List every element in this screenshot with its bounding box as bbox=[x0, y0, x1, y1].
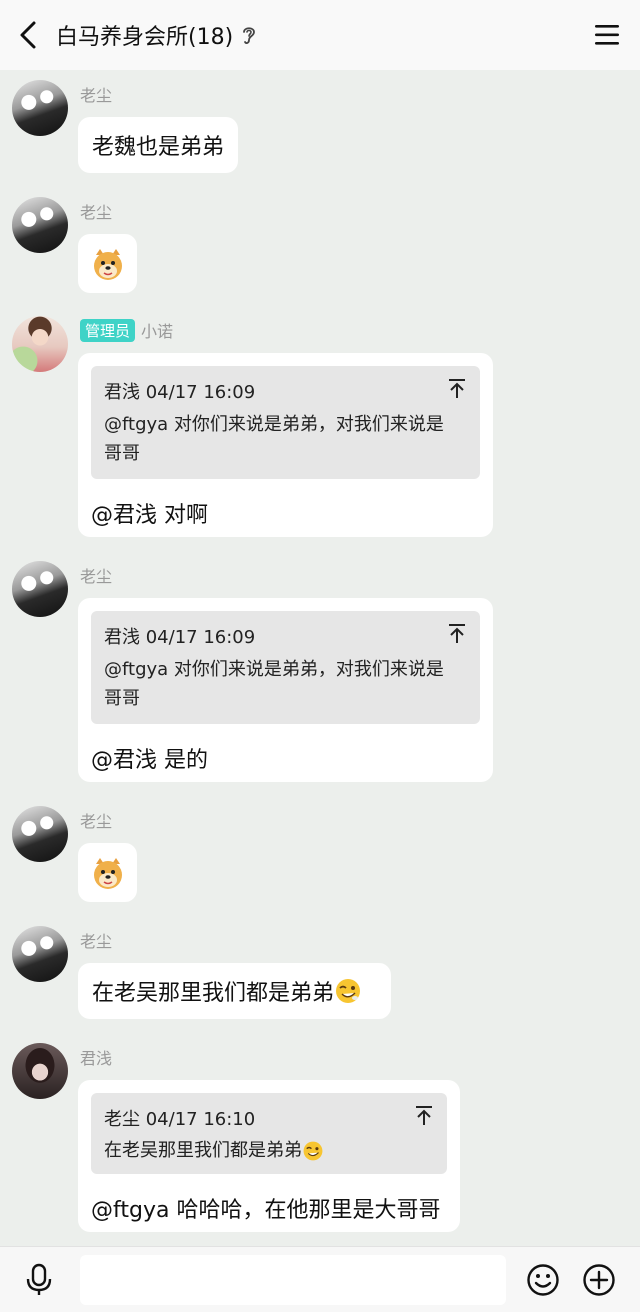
avatar[interactable] bbox=[12, 197, 68, 253]
message-bubble[interactable]: 在老吴那里我们都是弟弟 bbox=[78, 963, 391, 1019]
sender-name: 老尘 bbox=[80, 932, 113, 951]
avatar[interactable] bbox=[12, 561, 68, 617]
hamburger-menu-icon bbox=[595, 25, 619, 45]
sender-name: 老尘 bbox=[80, 567, 113, 586]
message-bubble[interactable]: 老尘 04/17 16:10 在老吴那里我们都是弟弟 @ftgya 哈哈哈，在他… bbox=[78, 1080, 460, 1232]
smiley-icon bbox=[527, 1264, 559, 1296]
menu-button[interactable] bbox=[590, 18, 624, 52]
quote-author-time: 君浅 04/17 16:09 bbox=[104, 382, 256, 403]
plus-circle-icon bbox=[583, 1264, 615, 1296]
quote-author-time: 老尘 04/17 16:10 bbox=[104, 1109, 256, 1130]
quoted-message[interactable]: 君浅 04/17 16:09 @ftgya 对你们来说是弟弟，对我们来说是 哥哥 bbox=[91, 611, 480, 724]
microphone-icon bbox=[26, 1263, 52, 1295]
quote-text-line: 哥哥 bbox=[104, 688, 140, 709]
quoted-message[interactable]: 老尘 04/17 16:10 在老吴那里我们都是弟弟 bbox=[91, 1093, 447, 1174]
back-button[interactable] bbox=[0, 0, 56, 70]
voice-button[interactable] bbox=[22, 1263, 56, 1297]
avatar[interactable] bbox=[12, 1043, 68, 1099]
doge-sticker-icon bbox=[93, 857, 122, 889]
wink-emoji-icon bbox=[336, 979, 361, 1003]
input-bar bbox=[0, 1246, 640, 1312]
message-bubble[interactable] bbox=[78, 843, 137, 902]
quote-text-line: @ftgya 对你们来说是弟弟，对我们来说是 bbox=[104, 414, 444, 435]
sender-name: 老尘 bbox=[80, 812, 113, 831]
message-text: 在老吴那里我们都是弟弟 bbox=[92, 981, 335, 1006]
quoted-message[interactable]: 君浅 04/17 16:09 @ftgya 对你们来说是弟弟，对我们来说是 哥哥 bbox=[91, 366, 480, 479]
admin-badge: 管理员 bbox=[80, 318, 136, 342]
message-bubble[interactable] bbox=[78, 234, 137, 293]
wink-emoji-icon bbox=[303, 1141, 323, 1161]
emoji-button[interactable] bbox=[526, 1263, 560, 1297]
chevron-left-icon bbox=[20, 21, 36, 49]
chat-header: 白马养身会所(18) bbox=[0, 0, 640, 70]
quote-text-line: 在老吴那里我们都是弟弟 bbox=[104, 1137, 324, 1165]
doge-sticker-icon bbox=[93, 248, 122, 280]
ear-icon bbox=[241, 24, 257, 46]
sender-name: 管理员 小诺 bbox=[80, 318, 173, 342]
message-bubble[interactable]: 君浅 04/17 16:09 @ftgya 对你们来说是弟弟，对我们来说是 哥哥… bbox=[78, 598, 493, 782]
more-button[interactable] bbox=[582, 1263, 616, 1297]
sender-name: 君浅 bbox=[80, 1049, 113, 1068]
reply-text: @君浅 对啊 bbox=[91, 503, 208, 528]
message-input[interactable] bbox=[80, 1255, 506, 1305]
sender-name: 老尘 bbox=[80, 203, 113, 222]
avatar[interactable] bbox=[12, 316, 68, 372]
quote-author-time: 君浅 04/17 16:09 bbox=[104, 627, 256, 648]
avatar[interactable] bbox=[12, 806, 68, 862]
avatar[interactable] bbox=[12, 80, 68, 136]
sender-name: 老尘 bbox=[80, 86, 113, 105]
quote-text-line: @ftgya 对你们来说是弟弟，对我们来说是 bbox=[104, 659, 444, 680]
chat-title[interactable]: 白马养身会所(18) bbox=[56, 19, 257, 51]
jump-to-top-icon[interactable] bbox=[447, 623, 467, 645]
jump-to-top-icon[interactable] bbox=[414, 1105, 434, 1127]
quote-text-line: 哥哥 bbox=[104, 443, 140, 464]
reply-text: @ftgya 哈哈哈，在他那里是大哥哥 bbox=[91, 1198, 441, 1223]
jump-to-top-icon[interactable] bbox=[447, 378, 467, 400]
message-bubble[interactable]: 君浅 04/17 16:09 @ftgya 对你们来说是弟弟，对我们来说是 哥哥… bbox=[78, 353, 493, 537]
message-text: 老魏也是弟弟 bbox=[92, 135, 225, 160]
avatar[interactable] bbox=[12, 926, 68, 982]
group-name: 白马养身会所(18) bbox=[56, 25, 234, 50]
message-bubble[interactable]: 老魏也是弟弟 bbox=[78, 117, 239, 173]
reply-text: @君浅 是的 bbox=[91, 748, 208, 773]
